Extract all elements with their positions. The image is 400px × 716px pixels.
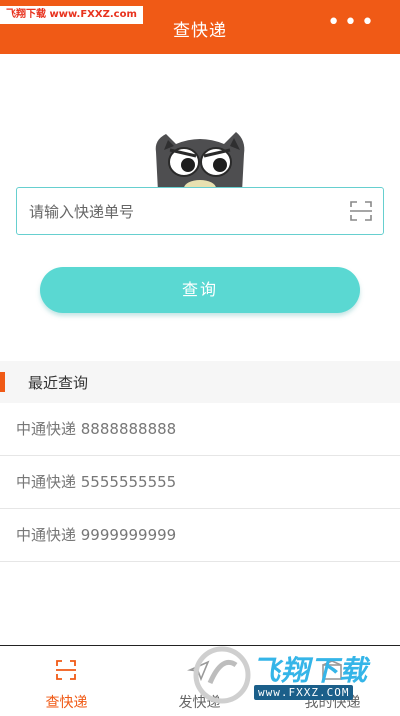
recent-queries-label: 最近查询 [28,374,89,392]
recent-queries-header: 最近查询 [0,361,400,403]
watermark-big-text: 飞翔下载 [252,654,369,687]
tab-label: 查快递 [45,695,88,711]
watermark-logo-top: 飞翔下载 www.FXXZ.com [0,6,143,24]
list-item[interactable]: 中通快递 9999999999 [0,509,400,562]
fxxz-logo-icon [193,646,251,704]
scan-icon[interactable] [349,199,373,223]
query-button[interactable]: 查询 [40,267,360,313]
list-item[interactable]: 中通快递 5555555555 [0,456,400,509]
watermark-logo-bottom: 飞翔下载 www.FXXZ.COM [192,645,392,707]
scan-icon [56,660,76,680]
watermark-small-text: www.FXXZ.COM [254,685,354,700]
more-menu-button[interactable]: ••• [327,12,378,34]
tracking-number-search [16,187,384,235]
tracking-number-input[interactable] [27,198,341,226]
tab-query-express[interactable]: 查快递 [0,646,133,716]
section-accent-bar [0,372,5,392]
cat-mascot-icon [155,132,245,192]
list-item[interactable]: 中通快递 8888888888 [0,403,400,456]
recent-queries-list: 中通快递 8888888888 中通快递 5555555555 中通快递 999… [0,403,400,562]
